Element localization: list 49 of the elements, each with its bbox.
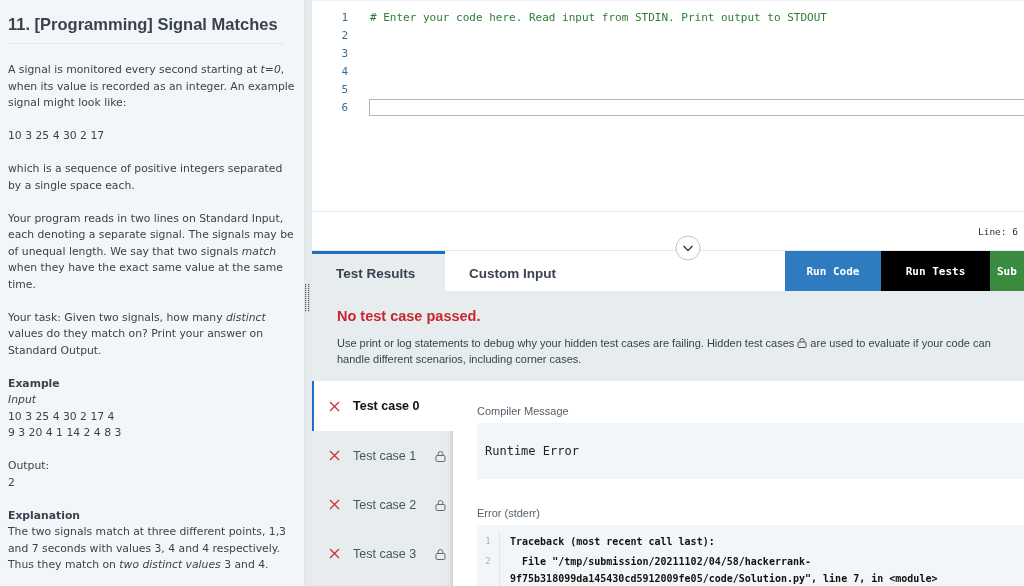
example-input-text: 10 3 25 4 30 2 17 4 xyxy=(8,408,116,425)
line-number: 6 xyxy=(340,100,348,114)
tab[interactable]: Test Results xyxy=(312,251,445,291)
drag-handle-icon[interactable] xyxy=(305,284,311,312)
test-case-item[interactable]: Test case 3 xyxy=(312,529,453,578)
test-case-label: Test case 0 xyxy=(353,399,421,413)
hint-text: handle different scenarios, including corner cases. xyxy=(337,352,583,367)
example-output: 2 xyxy=(8,474,16,491)
submit-button[interactable]: Sub xyxy=(990,251,1024,291)
line-number: 2 xyxy=(340,28,348,42)
output-label: Output: xyxy=(8,458,51,474)
section-label: Compiler Message xyxy=(477,405,570,417)
problem-text: which is a sequence of positive integers separated by a single space each. xyxy=(8,161,284,194)
code-editor[interactable]: 1 # Enter your code here. Read input from STDIN. Print output to STDOUT 2 3 4 5 6 xyxy=(312,0,1024,212)
example-input-text: 9 3 20 4 1 14 2 4 8 3 xyxy=(8,425,123,441)
hint-text: Use print or log statements to debug why your hidden test cases are failing. Hidden test cases xyxy=(337,337,795,349)
code-comment: # Enter your code here. Read input from STDIN. Print output to STDOUT xyxy=(370,10,827,24)
problem-text: Your program reads in two lines on Standard Input, each denoting a separate signal. The signals may be of unequal length. We say that two signals match when they have the exact same value at the same time. xyxy=(8,210,295,293)
line-number: 5 xyxy=(340,82,348,96)
input-label: Input xyxy=(8,392,38,408)
test-case-label: Test case 3 xyxy=(353,546,418,561)
run-code-button[interactable]: Run Code xyxy=(785,251,881,291)
section-label: Error (stderr) xyxy=(477,507,541,519)
result-headline: No test case passed. xyxy=(337,308,482,324)
lock-icon xyxy=(797,337,808,348)
test-case-item[interactable]: Test case 2 xyxy=(312,480,453,529)
problem-text: 10 3 25 4 30 2 17 xyxy=(8,128,106,144)
test-case-label: Test case 2 xyxy=(353,497,418,512)
explanation-text: The two signals match at three different points, 1,3 and 7 seconds with values 3, 4 and 4 respectively. Thus they match on two distinct values 3 and 4. xyxy=(8,524,287,573)
problem-text: Your task: Given two signals, how many distinct values do they match on? Print your answer on Standard Output. xyxy=(8,309,267,359)
compiler-message: Runtime Error xyxy=(485,444,579,458)
line-number: 3 xyxy=(340,46,348,60)
example-heading: Example xyxy=(8,375,61,392)
problem-text: A signal is monitored every second starting at t=0, when its value is recorded as an integer. An example signal might look like: xyxy=(8,62,296,111)
test-case-label: Test case 1 xyxy=(353,448,418,463)
line-number: 1 xyxy=(340,10,348,24)
problem-title: 11. [Programming] Signal Matches xyxy=(8,14,279,34)
run-tests-button[interactable]: Run Tests xyxy=(881,251,990,291)
cursor-position: Line: 6 xyxy=(977,225,1018,237)
test-case-item[interactable]: Test case 0 xyxy=(312,381,453,431)
hint-text: are used to evaluate if your code can xyxy=(810,337,991,349)
chevron-down-icon[interactable] xyxy=(675,235,701,261)
line-number: 4 xyxy=(340,64,348,78)
line-number: 2 xyxy=(477,551,500,586)
explanation-heading: Explanation xyxy=(8,507,81,524)
line-number: 1 xyxy=(477,531,500,551)
test-case-item[interactable]: Test case 1 xyxy=(312,431,453,480)
error-output: File "/tmp/submission/20211102/04/58/hackerrank-9f75b318099da145430cd5912009fe05/code/Solution.py", line 7, in <module> xyxy=(510,555,939,586)
error-output: Traceback (most recent call last): xyxy=(510,535,715,549)
